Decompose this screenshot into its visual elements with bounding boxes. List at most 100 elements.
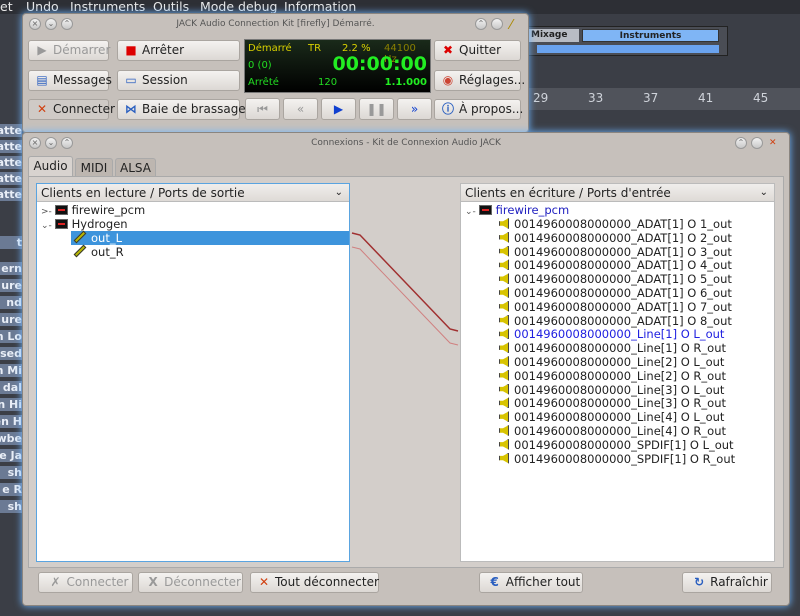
collapse-icon[interactable]: ⌄- <box>465 207 479 217</box>
menu-item[interactable]: et <box>0 0 13 14</box>
port-name: out_L <box>91 231 122 245</box>
port-name: 0014960008000000_SPDIF[1] O R_out <box>514 451 736 466</box>
input-port-item[interactable]: 0014960008000000_SPDIF[1] O L_out <box>499 438 734 452</box>
setup-button[interactable]: ◉ Réglages... <box>434 70 525 91</box>
input-port-item[interactable]: 0014960008000000_ADAT[1] O 7_out <box>499 300 732 314</box>
input-port-item[interactable]: 0014960008000000_Line[2] O L_out <box>499 355 724 369</box>
tab-audio[interactable]: Audio <box>28 156 73 177</box>
input-port-item[interactable]: 0014960008000000_Line[3] O L_out <box>499 383 724 397</box>
menu-item-mode-debug[interactable]: Mode debug <box>200 0 277 14</box>
session-label: Session <box>142 73 188 87</box>
input-port-item[interactable]: 0014960008000000_ADAT[1] O 3_out <box>499 245 732 259</box>
input-port-item[interactable]: 0014960008000000_Line[3] O R_out <box>499 396 726 410</box>
disconnect-icon: X <box>148 575 158 589</box>
chevron-down-icon: ⌄ <box>334 187 343 198</box>
bg-track-name: en H <box>0 415 22 428</box>
menu-item-information[interactable]: Information <box>284 0 356 14</box>
start-button[interactable]: ▶ Démarrer <box>28 40 110 61</box>
pause-button[interactable]: ❚❚ <box>359 98 394 120</box>
client-icon <box>54 219 68 229</box>
expand-all-button[interactable]: € Afficher tout <box>479 572 583 593</box>
input-port-item[interactable]: 0014960008000000_Line[2] O R_out <box>499 369 726 383</box>
session-button[interactable]: ▭ Session <box>117 70 240 91</box>
shade-icon[interactable]: ⌃ <box>475 18 487 30</box>
bg-tab-mixer[interactable]: Mixage <box>529 29 579 42</box>
menubar: et Undo Instruments Outils Mode debug In… <box>0 0 800 14</box>
speaker-icon <box>499 452 509 464</box>
bg-track-name: dal <box>0 381 22 394</box>
ruler-label: 29 <box>533 91 549 105</box>
rewind-button[interactable]: « <box>283 98 318 120</box>
port-name: 0014960008000000_Line[4] O R_out <box>514 424 727 438</box>
connection-lines <box>351 232 459 346</box>
connection-line-out-r[interactable] <box>351 246 459 346</box>
bg-track-name: atte <box>0 156 22 169</box>
connect-icon: ✗ <box>50 575 61 589</box>
menu-item-outils[interactable]: Outils <box>153 0 189 14</box>
bbt: 1.1.000 <box>384 77 427 88</box>
input-port-item[interactable]: 0014960008000000_SPDIF[1] O R_out <box>499 452 735 466</box>
sticky-icon[interactable] <box>751 137 763 149</box>
input-ports-header[interactable]: Clients en écriture / Ports d'entrée ⌄ <box>461 184 774 202</box>
tab-midi[interactable]: MIDI <box>75 158 113 177</box>
input-port-item[interactable]: 0014960008000000_ADAT[1] O 2_out <box>499 231 732 245</box>
connect-button[interactable]: ✕ Connecter <box>28 99 115 120</box>
bg-track-name: ure <box>0 313 22 326</box>
maximize-icon[interactable]: ⌃ <box>61 137 73 149</box>
input-port-item[interactable]: 0014960008000000_Line[1] O R_out <box>499 341 726 355</box>
menu-item-instruments[interactable]: Instruments <box>70 0 145 14</box>
patchbay-button[interactable]: ⋈ Baie de brassage <box>117 99 246 120</box>
maximize-icon[interactable]: ⌃ <box>61 18 73 30</box>
disconnect-button[interactable]: X Déconnecter <box>138 572 243 593</box>
bg-track-name: sh <box>0 500 22 513</box>
refresh-button[interactable]: ↻ Rafraîchir <box>682 572 772 593</box>
client-item-firewire-pcm[interactable]: >- firewire_pcm <box>41 203 145 217</box>
client-item-firewire-pcm[interactable]: ⌄- firewire_pcm <box>465 203 569 217</box>
rewind-start-button[interactable]: ⏮ <box>245 98 280 120</box>
bg-tab-instruments[interactable]: Instruments <box>582 29 719 42</box>
input-ports-panel: Clients en écriture / Ports d'entrée ⌄ ⌄-… <box>460 183 775 562</box>
port-item-out-r[interactable]: out_R <box>73 244 124 259</box>
input-port-item[interactable]: 0014960008000000_Line[4] O L_out <box>499 410 724 424</box>
port-item-out-l[interactable]: out_L <box>71 230 349 245</box>
input-port-item[interactable]: 0014960008000000_ADAT[1] O 4_out <box>499 258 732 272</box>
port-name: 0014960008000000_Line[1] O L_out <box>514 327 725 342</box>
disconnect-all-button[interactable]: ✕ Tout déconnecter <box>250 572 379 593</box>
folder-icon: ▭ <box>125 73 137 87</box>
port-name: 0014960008000000_ADAT[1] O 7_out <box>514 299 732 314</box>
client-item-hydrogen[interactable]: ⌄- Hydrogen <box>41 217 128 231</box>
expand-icon[interactable]: >- <box>41 207 55 217</box>
speaker-icon <box>499 314 509 326</box>
disconnect-all-label: Tout déconnecter <box>275 575 379 589</box>
play-button[interactable]: ▶ <box>321 98 356 120</box>
input-port-item[interactable]: 0014960008000000_Line[1] O L_out <box>499 327 724 341</box>
about-button[interactable]: ⓘ À propos... <box>434 99 523 120</box>
input-port-item[interactable]: 0014960008000000_Line[4] O R_out <box>499 424 726 438</box>
close-icon[interactable]: × <box>29 137 41 149</box>
input-port-item[interactable]: 0014960008000000_ADAT[1] O 5_out <box>499 272 732 286</box>
connect-ports-button[interactable]: ✗ Connecter <box>38 572 133 593</box>
output-ports-header[interactable]: Clients en lecture / Ports de sortie ⌄ <box>37 184 349 202</box>
patchbay-icon: ⋈ <box>125 102 137 116</box>
input-port-item[interactable]: 0014960008000000_ADAT[1] O 8_out <box>499 314 732 328</box>
sticky-icon[interactable] <box>491 18 503 30</box>
close-icon[interactable]: × <box>29 18 41 30</box>
bg-track-name: sh <box>0 466 22 479</box>
quit-button[interactable]: ✖ Quitter <box>434 40 521 61</box>
speaker-icon <box>499 287 509 298</box>
minimize-icon[interactable]: ⌄ <box>45 18 57 30</box>
shade-icon[interactable]: ⌃ <box>735 137 747 149</box>
stop-button[interactable]: ■ Arrêter <box>117 40 240 61</box>
menu-item-undo[interactable]: Undo <box>26 0 59 14</box>
input-port-item[interactable]: 0014960008000000_ADAT[1] O 6_out <box>499 286 732 300</box>
forward-button[interactable]: » <box>397 98 432 120</box>
minimize-icon[interactable]: ⌄ <box>45 137 57 149</box>
bg-track-name: atte <box>0 124 22 137</box>
input-port-item[interactable]: 0014960008000000_ADAT[1] O 1_out <box>499 217 732 231</box>
messages-button[interactable]: ▤ Messages <box>28 70 112 91</box>
pin-icon[interactable]: ⁄ <box>510 16 512 36</box>
collapse-icon[interactable]: ⌄- <box>41 221 55 231</box>
tab-alsa[interactable]: ALSA <box>115 158 156 177</box>
stop-icon: ■ <box>125 43 137 57</box>
connection-line-out-l[interactable] <box>351 232 459 332</box>
